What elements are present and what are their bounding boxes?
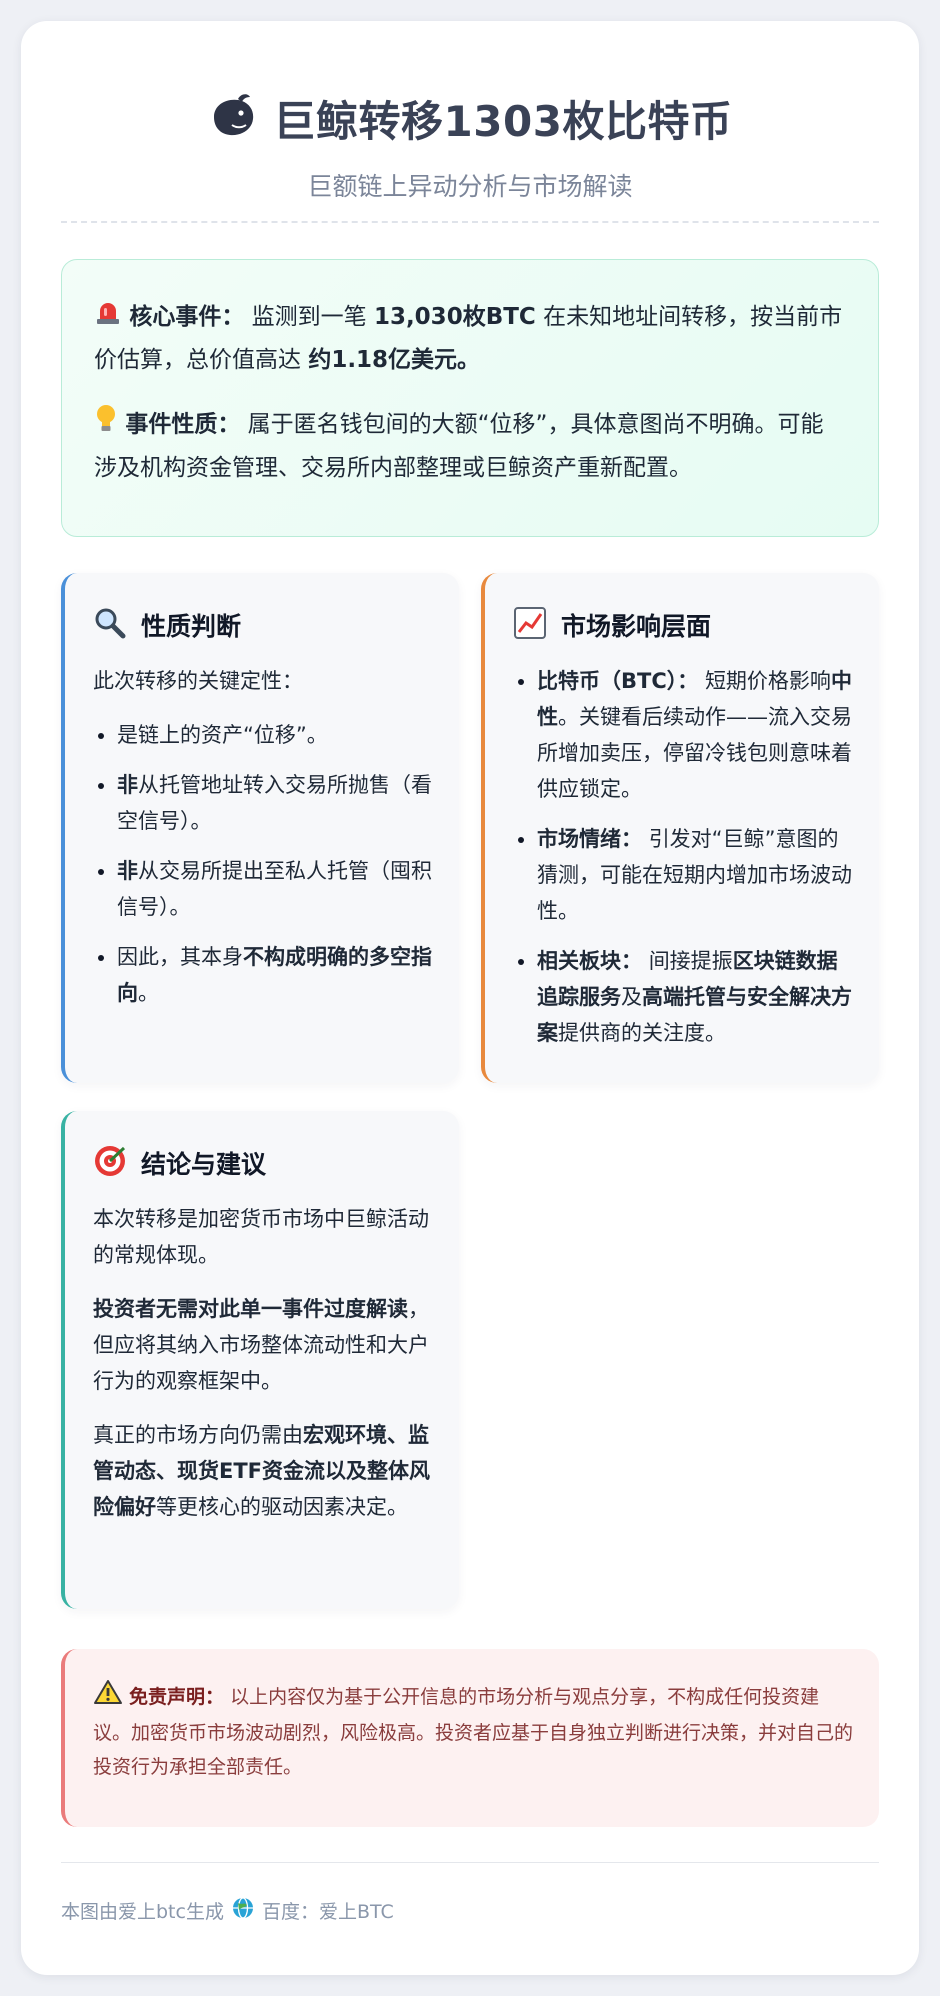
core-event-value: 约1.18亿美元。 <box>308 346 481 373</box>
list-item: 市场情绪： 引发对“巨鲸”意图的猜测，可能在短期内增加市场波动性。 <box>537 821 853 929</box>
core-event-box: 核心事件： 监测到一笔 13,030枚BTC 在未知地址间转移，按当前市价估算，… <box>61 259 879 537</box>
conclusion-p3: 真正的市场方向仍需由宏观环境、监管动态、现货ETF资金流以及整体风险偏好等更核心… <box>93 1423 431 1519</box>
header-divider <box>61 221 879 223</box>
panel-market-title: 市场影响层面 <box>561 612 712 641</box>
core-event-line: 核心事件： 监测到一笔 13,030枚BTC 在未知地址间转移，按当前市价估算，… <box>94 296 846 381</box>
page-title: 巨鲸转移1303枚比特币 <box>273 96 733 146</box>
core-event-label: 核心事件： <box>129 304 245 330</box>
disclaimer-box: 免责声明： 以上内容仅为基于公开信息的市场分析与观点分享，不构成任何投资建议。加… <box>61 1649 879 1827</box>
list-item: 是链上的资产“位移”。 <box>117 717 433 753</box>
chart-icon <box>513 606 547 644</box>
footer: 本图由爱上btc生成 百度：爱上BTC <box>61 1897 394 1924</box>
list-item: 非从托管地址转入交易所抛售（看空信号）。 <box>117 767 433 839</box>
footer-source: 百度：爱上BTC <box>261 1901 394 1923</box>
core-event-amount: 13,030枚BTC <box>373 304 536 330</box>
conclusion-p2: 投资者无需对此单一事件过度解读，但应将其纳入市场整体流动性和大户行为的观察框架中… <box>93 1297 429 1393</box>
globe-icon <box>232 1897 254 1924</box>
list-item: 比特币（BTC）： 短期价格影响中性。关键看后续动作——流入交易所增加卖压，停留… <box>537 663 853 807</box>
core-event-pre: 监测到一笔 <box>251 304 367 330</box>
panel-nature-intro: 此次转移的关键定性： <box>93 669 303 693</box>
panel-nature-title: 性质判断 <box>141 612 242 641</box>
footer-generated: 本图由爱上btc生成 <box>61 1901 224 1923</box>
conclusion-p1: 本次转移是加密货币市场中巨鲸活动的常规体现。 <box>93 1207 429 1267</box>
page-subtitle: 巨额链上异动分析与市场解读 <box>307 172 633 201</box>
whale-icon <box>208 91 258 145</box>
list-item: 相关板块： 间接提振区块链数据追踪服务及高端托管与安全解决方案提供商的关注度。 <box>537 943 853 1051</box>
header: 巨鲸转移1303枚比特币 巨额链上异动分析与市场解读 <box>21 83 919 203</box>
magnifier-icon <box>93 606 127 644</box>
panel-conclusion: 结论与建议 本次转移是加密货币市场中巨鲸活动的常规体现。 投资者无需对此单一事件… <box>61 1111 459 1609</box>
panel-market-list: 比特币（BTC）： 短期价格影响中性。关键看后续动作——流入交易所增加卖压，停留… <box>513 663 853 1051</box>
list-item: 因此，其本身不构成明确的多空指向。 <box>117 939 433 1011</box>
panel-nature: 性质判断 此次转移的关键定性： 是链上的资产“位移”。 非从托管地址转入交易所抛… <box>61 573 459 1083</box>
footer-divider <box>61 1862 879 1863</box>
panel-conclusion-title: 结论与建议 <box>141 1150 267 1179</box>
disclaimer-label: 免责声明： <box>129 1686 225 1708</box>
event-nature-label: 事件性质： <box>125 411 241 437</box>
event-nature-line: 事件性质： 属于匿名钱包间的大额“位移”，具体意图尚不明确。可能涉及机构资金管理… <box>94 403 846 489</box>
lightbulb-icon <box>94 403 118 447</box>
siren-icon <box>94 297 122 339</box>
target-icon <box>93 1144 127 1182</box>
report-card: 巨鲸转移1303枚比特币 巨额链上异动分析与市场解读 核心事件： 监测到一笔 1… <box>21 21 919 1975</box>
panel-nature-list: 是链上的资产“位移”。 非从托管地址转入交易所抛售（看空信号）。 非从交易所提出… <box>93 717 433 1011</box>
panel-market: 市场影响层面 比特币（BTC）： 短期价格影响中性。关键看后续动作——流入交易所… <box>481 573 879 1083</box>
warning-icon <box>93 1679 123 1716</box>
list-item: 非从交易所提出至私人托管（囤积信号）。 <box>117 853 433 925</box>
